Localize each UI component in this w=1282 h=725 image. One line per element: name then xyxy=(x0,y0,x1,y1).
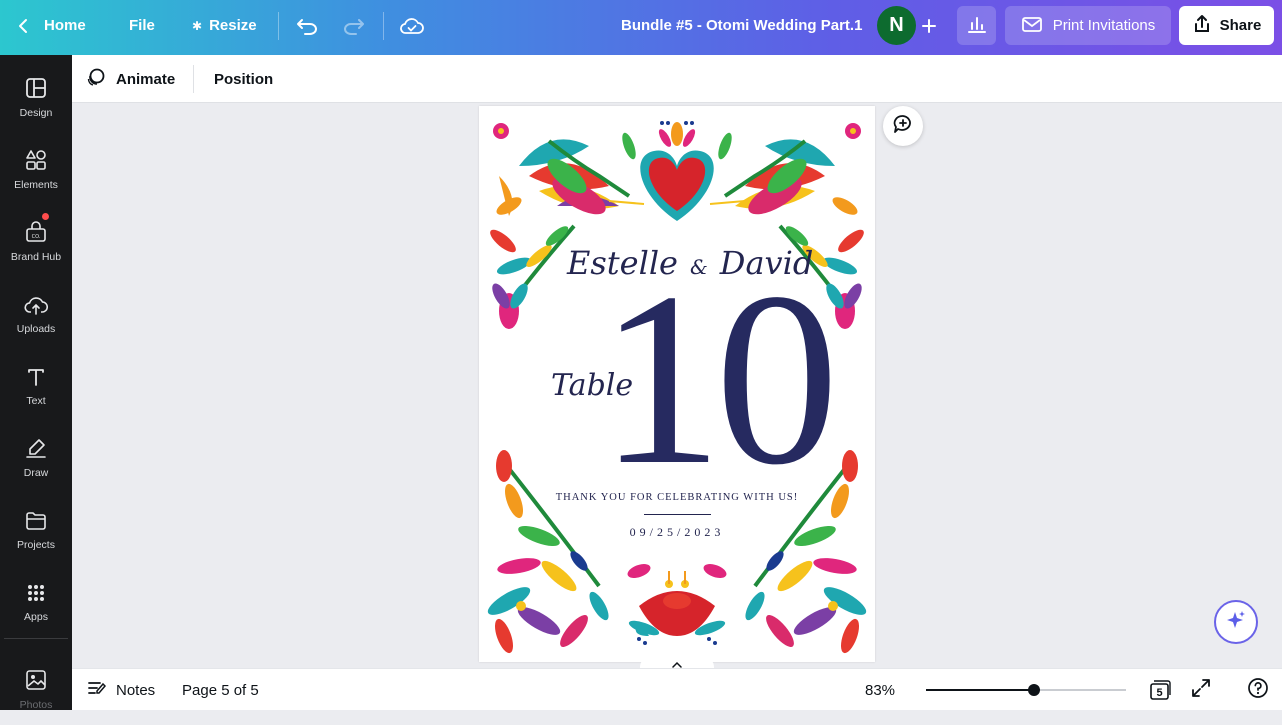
document-title[interactable]: Bundle #5 - Otomi Wedding Part.1 xyxy=(621,0,862,51)
brand-hub-icon: CO. xyxy=(25,213,49,243)
sidebar-item-text[interactable]: Text xyxy=(0,355,72,421)
sparkle-icon: ✱ xyxy=(192,18,203,33)
bottom-bar: Notes Page 5 of 5 83% 5 xyxy=(72,668,1282,710)
divider-line xyxy=(644,514,711,515)
uploads-icon xyxy=(24,289,48,315)
redo-button[interactable] xyxy=(343,0,365,51)
magic-assistant-button[interactable] xyxy=(1214,600,1258,644)
animate-button[interactable]: Animate xyxy=(86,55,175,103)
envelope-icon xyxy=(1021,15,1043,37)
divider xyxy=(383,12,384,40)
resize-label: Resize xyxy=(209,17,257,34)
file-label: File xyxy=(129,17,155,34)
avatar-initial: N xyxy=(889,14,904,36)
chevron-left-icon xyxy=(18,18,28,34)
sidebar-item-label: Brand Hub xyxy=(10,251,62,263)
apps-icon xyxy=(26,577,46,603)
sidebar-item-label: Design xyxy=(19,107,53,119)
top-bar: Home File ✱ Resize Bundle #5 - Otomi Wed… xyxy=(0,0,1282,55)
sparkles-icon xyxy=(1225,609,1247,636)
file-menu[interactable]: File xyxy=(129,0,155,51)
resize-button[interactable]: ✱ Resize xyxy=(192,0,257,51)
comment-plus-icon xyxy=(892,113,914,140)
svg-text:CO.: CO. xyxy=(32,234,41,240)
add-collaborator-button[interactable] xyxy=(921,0,937,51)
zoom-label: 83% xyxy=(865,681,896,699)
sidebar-item-label: Text xyxy=(26,395,46,407)
page-grid-button[interactable]: 5 xyxy=(1149,669,1171,711)
share-upload-icon xyxy=(1192,14,1212,38)
position-label: Position xyxy=(214,70,274,88)
undo-button[interactable] xyxy=(296,0,318,51)
divider xyxy=(193,65,194,93)
home-button[interactable]: Home xyxy=(18,0,86,51)
pages-icon: 5 xyxy=(1149,679,1171,701)
draw-icon xyxy=(25,433,47,459)
zoom-percentage[interactable]: 83% xyxy=(865,669,895,711)
sidebar-item-label: Photos xyxy=(19,699,53,711)
sidebar-item-apps[interactable]: Apps xyxy=(0,571,72,637)
sidebar-item-brand-hub[interactable]: CO. Brand Hub xyxy=(0,211,72,277)
undo-icon xyxy=(296,17,318,35)
redo-icon xyxy=(343,17,365,35)
animate-label: Animate xyxy=(116,70,176,88)
design-icon xyxy=(25,73,47,99)
left-sidebar: Design Elements CO. Brand Hub Uploads Te… xyxy=(0,55,72,711)
sidebar-item-design[interactable]: Design xyxy=(0,67,72,133)
projects-icon xyxy=(25,505,47,531)
sidebar-divider xyxy=(4,638,68,639)
cloud-save-status[interactable] xyxy=(400,0,424,51)
sidebar-item-projects[interactable]: Projects xyxy=(0,499,72,565)
share-button[interactable]: Share xyxy=(1179,6,1274,45)
text-icon xyxy=(26,361,46,387)
photos-icon xyxy=(25,665,47,691)
help-icon xyxy=(1247,677,1269,703)
print-invitations-button[interactable]: Print Invitations xyxy=(1005,6,1171,45)
sidebar-item-label: Elements xyxy=(14,179,58,191)
expand-icon xyxy=(1191,678,1211,702)
insights-button[interactable] xyxy=(957,6,996,45)
position-button[interactable]: Position xyxy=(214,55,273,103)
design-page[interactable]: Estelle & David 10 Table THANK YOU FOR CEL… xyxy=(479,106,875,662)
table-number[interactable]: 10 xyxy=(599,255,839,503)
fullscreen-button[interactable] xyxy=(1191,669,1211,711)
sidebar-item-uploads[interactable]: Uploads xyxy=(0,283,72,349)
avatar[interactable]: N xyxy=(877,6,916,45)
table-word[interactable]: Table xyxy=(551,368,633,403)
elements-icon xyxy=(25,145,47,171)
notes-button[interactable]: Notes xyxy=(88,669,155,711)
page-indicator[interactable]: Page 5 of 5 xyxy=(182,669,259,711)
help-button[interactable] xyxy=(1247,669,1269,711)
context-toolbar: Animate Position xyxy=(72,55,1282,103)
event-date[interactable]: 09/25/2023 xyxy=(479,525,875,540)
page-indicator-text: Page 5 of 5 xyxy=(182,681,259,699)
print-label: Print Invitations xyxy=(1052,17,1156,34)
sidebar-item-label: Projects xyxy=(17,539,55,551)
bar-chart-icon xyxy=(967,15,987,37)
notes-icon xyxy=(88,680,107,700)
home-label: Home xyxy=(44,17,86,34)
sidebar-item-label: Uploads xyxy=(16,323,56,335)
cloud-check-icon xyxy=(400,17,424,35)
sidebar-item-elements[interactable]: Elements xyxy=(0,139,72,205)
divider xyxy=(278,12,279,40)
plus-icon xyxy=(921,18,937,34)
notes-label: Notes xyxy=(116,681,156,699)
page-count-badge: 5 xyxy=(1156,687,1163,699)
zoom-slider-thumb[interactable] xyxy=(1028,684,1040,696)
notification-dot xyxy=(42,213,49,220)
add-comment-button[interactable] xyxy=(883,106,923,146)
sidebar-item-draw[interactable]: Draw xyxy=(0,427,72,493)
zoom-slider-fill xyxy=(926,689,1034,691)
sidebar-item-photos[interactable]: Photos xyxy=(0,659,72,725)
zoom-slider[interactable] xyxy=(926,684,1126,696)
doc-title-text: Bundle #5 - Otomi Wedding Part.1 xyxy=(621,17,863,34)
sidebar-item-label: Draw xyxy=(23,467,49,479)
share-label: Share xyxy=(1219,17,1262,34)
animate-icon xyxy=(86,67,106,91)
thank-you-text[interactable]: THANK YOU FOR CELEBRATING WITH US! xyxy=(479,492,875,503)
sidebar-item-label: Apps xyxy=(24,611,48,623)
